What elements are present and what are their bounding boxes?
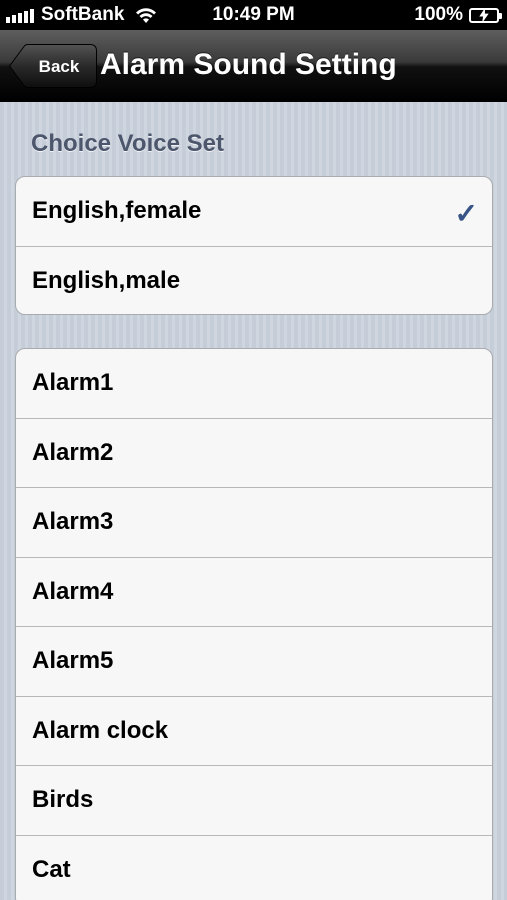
- status-bar: SoftBank 10:49 PM 100%: [0, 0, 507, 30]
- voice-option-english-female[interactable]: English,female ✓: [16, 177, 492, 247]
- voice-option-label: English,female: [32, 197, 202, 225]
- navigation-bar: Back Alarm Sound Setting: [0, 30, 507, 102]
- status-right: 100%: [414, 4, 502, 26]
- sound-option-alarm3[interactable]: Alarm3: [16, 488, 492, 558]
- sound-option-label: Alarm clock: [32, 716, 169, 744]
- battery-charging-icon: [469, 7, 502, 23]
- back-button-label: Back: [39, 57, 80, 76]
- sound-option-alarm4[interactable]: Alarm4: [16, 558, 492, 627]
- back-button[interactable]: Back: [8, 44, 98, 88]
- sound-option-label: Alarm4: [32, 577, 114, 605]
- sound-option-label: Alarm2: [32, 438, 114, 466]
- sound-option-alarm1[interactable]: Alarm1: [16, 349, 492, 419]
- alarm-sound-group: Alarm1 Alarm2 Alarm3 Alarm4 Alarm5 Alarm…: [15, 348, 493, 900]
- voice-set-group: English,female ✓ English,male: [15, 176, 493, 315]
- page-title: Alarm Sound Setting: [100, 48, 397, 81]
- sound-option-alarm5[interactable]: Alarm5: [16, 627, 492, 697]
- voice-option-label: English,male: [32, 267, 181, 295]
- checkmark-icon: ✓: [454, 198, 478, 229]
- back-arrow-shape: Back: [8, 44, 97, 88]
- sound-option-alarm-clock[interactable]: Alarm clock: [16, 697, 492, 766]
- sound-option-label: Cat: [32, 856, 71, 884]
- sound-option-cat[interactable]: Cat: [16, 836, 492, 900]
- sound-option-label: Alarm3: [32, 508, 114, 536]
- sound-option-alarm2[interactable]: Alarm2: [16, 419, 492, 488]
- battery-percent: 100%: [414, 4, 463, 25]
- sound-option-label: Alarm1: [32, 369, 114, 397]
- section-header-voice: Choice Voice Set: [31, 130, 224, 157]
- sound-option-label: Birds: [32, 786, 94, 814]
- sound-option-label: Alarm5: [32, 647, 114, 675]
- sound-option-birds[interactable]: Birds: [16, 766, 492, 836]
- voice-option-english-male[interactable]: English,male: [16, 247, 492, 315]
